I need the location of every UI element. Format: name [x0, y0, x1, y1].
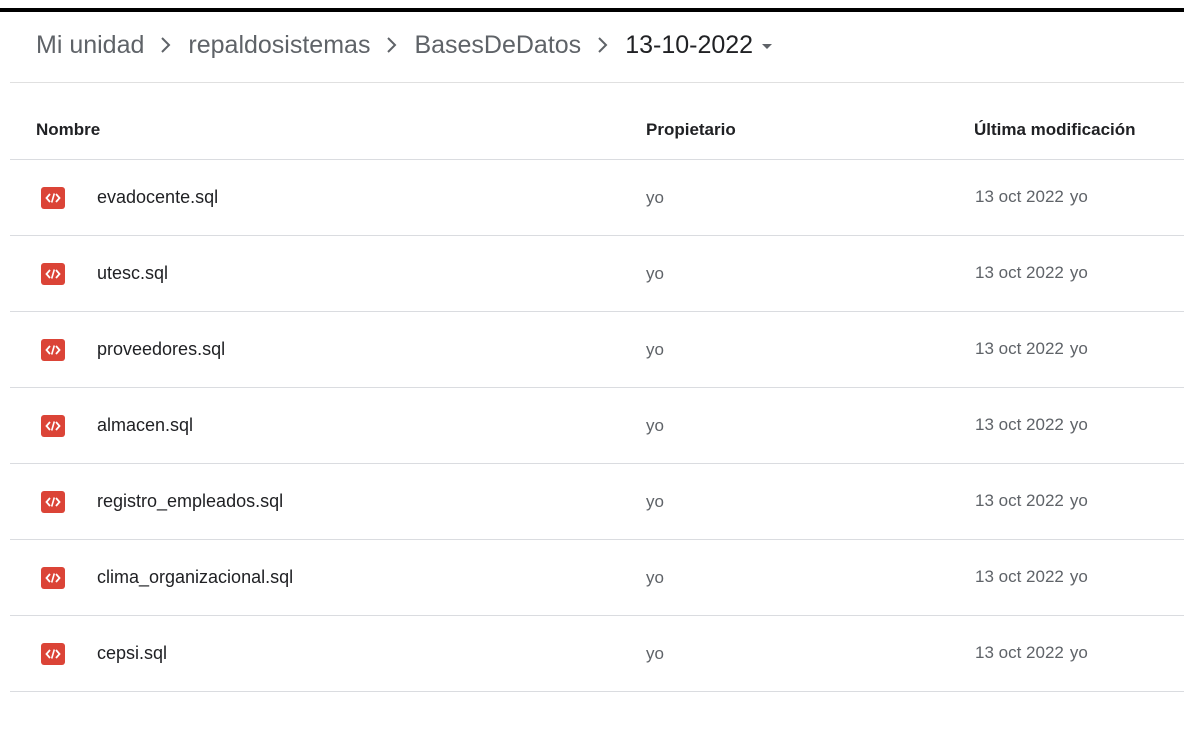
caret-down-icon [761, 43, 773, 51]
modified-date: 13 oct 2022 [975, 187, 1064, 206]
file-modified: 13 oct 2022 yo [975, 415, 1088, 435]
file-owner: yo [646, 416, 664, 435]
file-row[interactable]: clima_organizacional.sql yo 13 oct 2022 y… [10, 540, 1184, 616]
file-list-header: Nombre Propietario Última modificación [10, 100, 1184, 160]
top-border [0, 8, 1184, 12]
breadcrumb-item-basesdedatos[interactable]: BasesDeDatos [414, 31, 581, 60]
file-owner: yo [646, 492, 664, 511]
modified-by: yo [1069, 187, 1088, 206]
file-row[interactable]: cepsi.sql yo 13 oct 2022 yo [10, 616, 1184, 692]
file-owner: yo [646, 264, 664, 283]
sql-code-file-icon [41, 415, 65, 437]
file-row[interactable]: evadocente.sql yo 13 oct 2022 yo [10, 160, 1184, 236]
file-owner: yo [646, 188, 664, 207]
breadcrumb: Mi unidad repaldosistemas BasesDeDatos 1… [36, 24, 773, 66]
chevron-right-icon [144, 24, 188, 66]
file-modified: 13 oct 2022 yo [975, 339, 1088, 359]
file-owner: yo [646, 644, 664, 663]
sql-code-file-icon [41, 643, 65, 665]
file-row[interactable]: almacen.sql yo 13 oct 2022 yo [10, 388, 1184, 464]
sql-code-file-icon [41, 567, 65, 589]
modified-by: yo [1069, 491, 1088, 510]
file-modified: 13 oct 2022 yo [975, 491, 1088, 511]
column-header-modified[interactable]: Última modificación [974, 120, 1136, 140]
sql-code-file-icon [41, 263, 65, 285]
file-row[interactable]: utesc.sql yo 13 oct 2022 yo [10, 236, 1184, 312]
column-header-name[interactable]: Nombre [36, 120, 100, 140]
column-header-owner[interactable]: Propietario [646, 120, 736, 140]
modified-date: 13 oct 2022 [975, 643, 1064, 662]
chevron-right-icon [581, 24, 625, 66]
file-name: evadocente.sql [97, 187, 219, 207]
modified-date: 13 oct 2022 [975, 263, 1064, 282]
breadcrumb-item-repaldosistemas[interactable]: repaldosistemas [188, 31, 370, 60]
file-owner: yo [646, 568, 664, 587]
modified-date: 13 oct 2022 [975, 491, 1064, 510]
file-name: cepsi.sql [97, 643, 168, 663]
breadcrumb-current-folder[interactable]: 13-10-2022 [625, 31, 773, 60]
file-name: almacen.sql [97, 415, 194, 435]
file-modified: 13 oct 2022 yo [975, 567, 1088, 587]
file-name: registro_empleados.sql [97, 491, 284, 511]
modified-by: yo [1069, 263, 1088, 282]
file-row[interactable]: registro_empleados.sql yo 13 oct 2022 yo [10, 464, 1184, 540]
modified-by: yo [1069, 339, 1088, 358]
modified-by: yo [1069, 415, 1088, 434]
file-modified: 13 oct 2022 yo [975, 643, 1088, 663]
header-divider [10, 82, 1184, 83]
modified-by: yo [1069, 567, 1088, 586]
sql-code-file-icon [41, 339, 65, 361]
file-owner: yo [646, 340, 664, 359]
modified-date: 13 oct 2022 [975, 415, 1064, 434]
file-name: utesc.sql [97, 263, 169, 283]
file-modified: 13 oct 2022 yo [975, 187, 1088, 207]
chevron-right-icon [370, 24, 414, 66]
modified-by: yo [1069, 643, 1088, 662]
modified-date: 13 oct 2022 [975, 339, 1064, 358]
modified-date: 13 oct 2022 [975, 567, 1064, 586]
sql-code-file-icon [41, 491, 65, 513]
file-list: evadocente.sql yo 13 oct 2022 yo utesc.sq… [10, 160, 1184, 692]
file-row[interactable]: proveedores.sql yo 13 oct 2022 yo [10, 312, 1184, 388]
file-modified: 13 oct 2022 yo [975, 263, 1088, 283]
breadcrumb-item-mi-unidad[interactable]: Mi unidad [36, 31, 144, 60]
file-name: proveedores.sql [97, 339, 226, 359]
sql-code-file-icon [41, 187, 65, 209]
file-name: clima_organizacional.sql [97, 567, 294, 587]
current-folder-label: 13-10-2022 [625, 30, 754, 59]
